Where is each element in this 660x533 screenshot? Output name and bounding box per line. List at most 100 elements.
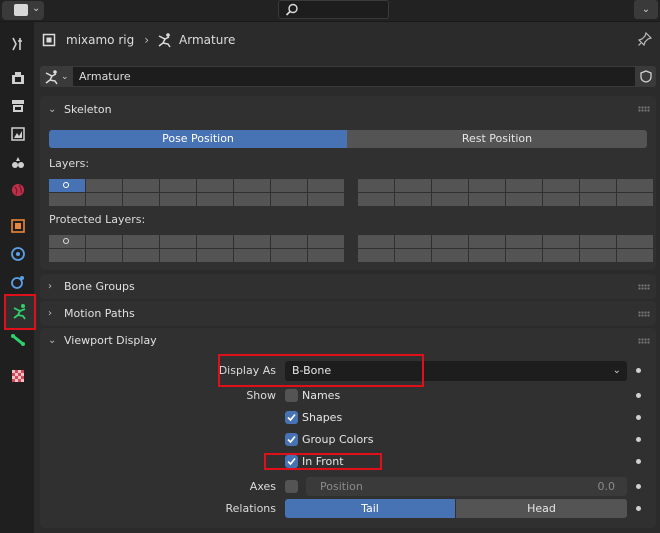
layer-toggle[interactable] — [395, 179, 431, 192]
protected-layer-toggle[interactable] — [469, 235, 505, 248]
protected-layer-toggle[interactable] — [271, 249, 307, 262]
protected-layer-toggle[interactable] — [469, 249, 505, 262]
animate-property-dot[interactable] — [636, 506, 641, 511]
protected-layer-toggle[interactable] — [432, 235, 468, 248]
layer-toggle[interactable] — [617, 179, 653, 192]
protected-layer-toggle[interactable] — [49, 235, 85, 248]
layer-toggle[interactable] — [86, 179, 122, 192]
drag-handle-icon[interactable] — [638, 311, 650, 317]
layer-toggle[interactable] — [432, 179, 468, 192]
protected-layer-toggle[interactable] — [160, 249, 196, 262]
animate-property-dot[interactable] — [636, 415, 641, 420]
layer-toggle[interactable] — [308, 179, 344, 192]
fake-user-button[interactable] — [636, 66, 656, 87]
tab-scene[interactable] — [6, 150, 30, 174]
layer-toggle[interactable] — [469, 193, 505, 206]
protected-layer-toggle[interactable] — [358, 249, 394, 262]
protected-layer-toggle[interactable] — [123, 249, 159, 262]
protected-layer-toggle[interactable] — [197, 249, 233, 262]
layer-toggle[interactable] — [543, 193, 579, 206]
layer-toggle[interactable] — [197, 193, 233, 206]
viewport-display-panel-header[interactable]: ⌄ Viewport Display — [40, 328, 656, 353]
options-dropdown-button[interactable]: ⌄ — [634, 0, 658, 19]
armature-name-field[interactable]: Armature — [72, 66, 636, 87]
in-front-checkbox[interactable] — [285, 455, 298, 468]
protected-layer-toggle[interactable] — [506, 249, 542, 262]
layer-toggle[interactable] — [358, 193, 394, 206]
tab-object[interactable] — [6, 214, 30, 238]
layer-toggle[interactable] — [160, 193, 196, 206]
protected-layer-toggle[interactable] — [123, 235, 159, 248]
axes-checkbox[interactable] — [285, 480, 298, 493]
tab-modifiers[interactable] — [6, 242, 30, 266]
protected-layer-toggle[interactable] — [543, 249, 579, 262]
group-colors-checkbox[interactable] — [285, 433, 298, 446]
protected-layer-toggle[interactable] — [395, 235, 431, 248]
layer-toggle[interactable] — [432, 193, 468, 206]
tab-armature-data[interactable] — [4, 294, 36, 330]
animate-property-dot[interactable] — [636, 393, 641, 398]
animate-property-dot[interactable] — [636, 368, 641, 373]
tab-bone[interactable] — [6, 328, 30, 352]
protected-layer-toggle[interactable] — [86, 249, 122, 262]
layer-toggle[interactable] — [123, 179, 159, 192]
layer-toggle[interactable] — [271, 193, 307, 206]
protected-layer-toggle[interactable] — [580, 235, 616, 248]
animate-property-dot[interactable] — [636, 459, 641, 464]
tab-render[interactable] — [6, 66, 30, 90]
protected-layer-toggle[interactable] — [617, 235, 653, 248]
shapes-checkbox[interactable] — [285, 411, 298, 424]
protected-layer-toggle[interactable] — [358, 235, 394, 248]
protected-layer-toggle[interactable] — [506, 235, 542, 248]
layer-toggle[interactable] — [506, 193, 542, 206]
tab-output[interactable] — [6, 94, 30, 118]
protected-layer-toggle[interactable] — [271, 235, 307, 248]
layer-toggle[interactable] — [234, 193, 270, 206]
layer-toggle[interactable] — [160, 179, 196, 192]
layer-toggle[interactable] — [395, 193, 431, 206]
drag-handle-icon[interactable] — [638, 284, 650, 290]
editor-type-button[interactable]: ⌄ — [2, 1, 44, 20]
protected-layer-toggle[interactable] — [308, 249, 344, 262]
layer-toggle[interactable] — [123, 193, 159, 206]
tab-world[interactable] — [6, 178, 30, 202]
protected-layer-toggle[interactable] — [395, 249, 431, 262]
layer-toggle[interactable] — [358, 179, 394, 192]
protected-layer-toggle[interactable] — [580, 249, 616, 262]
drag-handle-icon[interactable] — [638, 106, 650, 112]
search-input[interactable] — [278, 0, 389, 19]
browse-armature-button[interactable]: ⌄ — [40, 66, 72, 87]
protected-layer-toggle[interactable] — [234, 249, 270, 262]
display-as-dropdown[interactable]: B-Bone ⌄ — [285, 361, 627, 381]
layer-toggle[interactable] — [469, 179, 505, 192]
tab-texture[interactable] — [6, 364, 30, 388]
pose-position-button[interactable]: Pose Position — [49, 130, 347, 148]
pin-icon[interactable] — [638, 32, 652, 46]
animate-property-dot[interactable] — [636, 484, 641, 489]
protected-layer-toggle[interactable] — [160, 235, 196, 248]
protected-layer-toggle[interactable] — [432, 249, 468, 262]
animate-property-dot[interactable] — [636, 437, 641, 442]
rest-position-button[interactable]: Rest Position — [347, 130, 647, 148]
layer-toggle[interactable] — [617, 193, 653, 206]
motion-paths-panel-header[interactable]: › Motion Paths — [40, 301, 656, 326]
relations-tail-button[interactable]: Tail — [285, 499, 455, 518]
layer-toggle[interactable] — [234, 179, 270, 192]
tab-physics[interactable] — [6, 270, 30, 294]
layer-toggle[interactable] — [197, 179, 233, 192]
skeleton-panel-header[interactable]: ⌄ Skeleton — [40, 96, 656, 122]
protected-layer-toggle[interactable] — [86, 235, 122, 248]
layer-toggle[interactable] — [271, 179, 307, 192]
drag-handle-icon[interactable] — [638, 338, 650, 344]
layer-toggle[interactable] — [506, 179, 542, 192]
layer-toggle[interactable] — [543, 179, 579, 192]
tab-view-layer[interactable] — [6, 122, 30, 146]
tab-tool[interactable] — [6, 32, 30, 56]
protected-layer-toggle[interactable] — [543, 235, 579, 248]
layer-toggle[interactable] — [580, 193, 616, 206]
protected-layer-toggle[interactable] — [308, 235, 344, 248]
protected-layer-toggle[interactable] — [617, 249, 653, 262]
protected-layer-toggle[interactable] — [49, 249, 85, 262]
layer-toggle[interactable] — [580, 179, 616, 192]
protected-layer-toggle[interactable] — [197, 235, 233, 248]
